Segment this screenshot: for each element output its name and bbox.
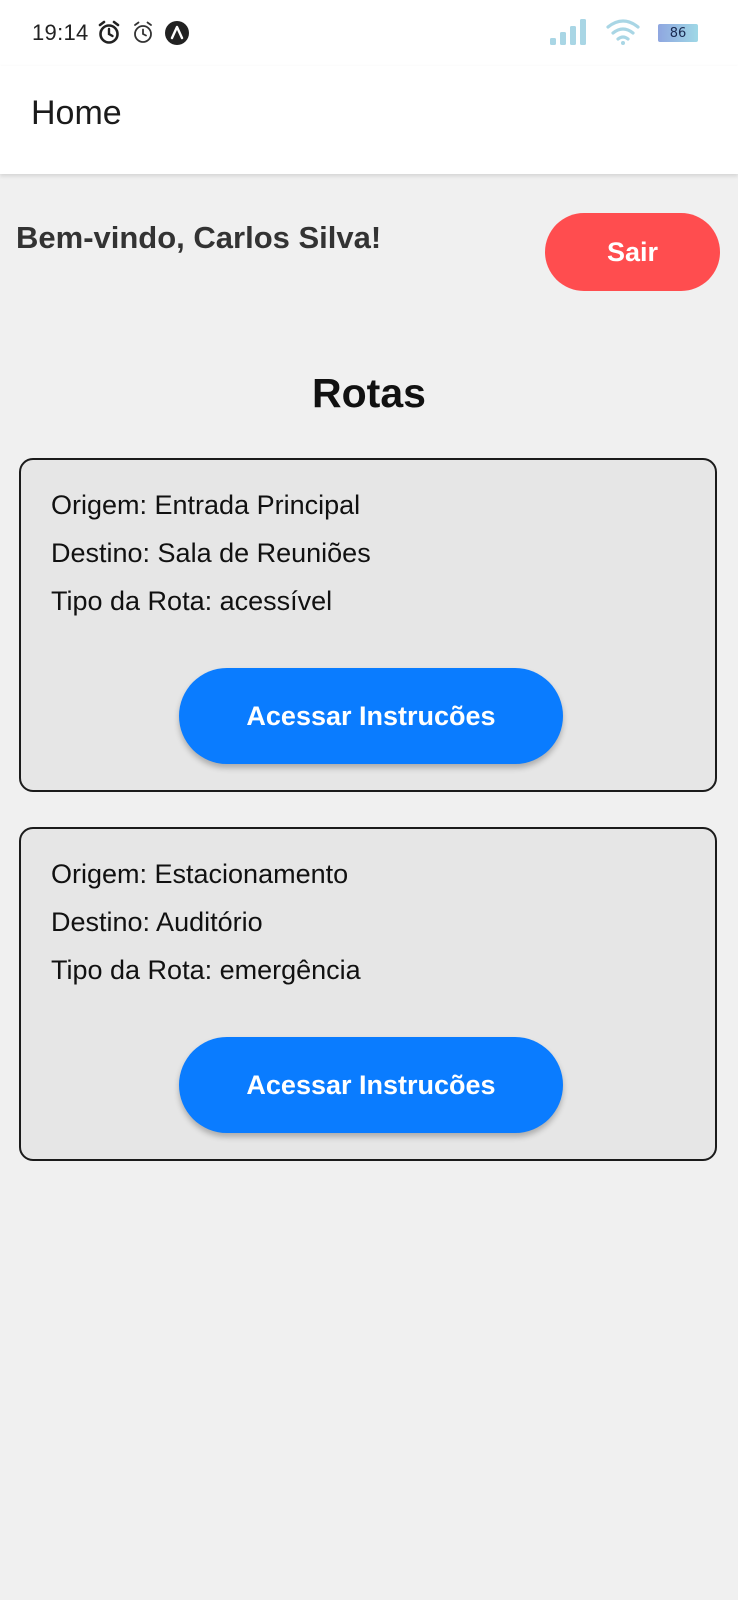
- signal-icon: [550, 19, 586, 45]
- access-instructions-button[interactable]: Acessar Instrucões: [179, 1037, 563, 1133]
- wifi-icon: [606, 19, 640, 45]
- route-type: Tipo da Rota: acessível: [51, 586, 333, 616]
- alarm-icon: [98, 20, 120, 44]
- access-instructions-button[interactable]: Acessar Instrucões: [179, 668, 563, 764]
- route-origin: Origem: Entrada Principal: [51, 490, 361, 520]
- battery-icon: 86: [658, 24, 698, 42]
- status-time: 19:14: [32, 20, 89, 45]
- route-card: Origem: Estacionamento Destino: Auditóri…: [19, 827, 717, 1161]
- routes-title: Rotas: [312, 370, 426, 416]
- route-destination: Destino: Auditório: [51, 907, 263, 937]
- alarm-clock-icon: [134, 21, 152, 43]
- route-destination: Destino: Sala de Reuniões: [51, 538, 371, 568]
- app-notification-icon: [165, 21, 189, 45]
- battery-level: 86: [669, 25, 687, 41]
- app-header: Home: [0, 66, 738, 174]
- route-type: Tipo da Rota: emergência: [51, 955, 361, 985]
- logout-button[interactable]: Sair: [545, 213, 720, 291]
- route-card: Origem: Entrada Principal Destino: Sala …: [19, 458, 717, 792]
- route-origin: Origem: Estacionamento: [51, 859, 349, 889]
- welcome-message: Bem-vindo, Carlos Silva!: [16, 220, 382, 255]
- page-title: Home: [31, 94, 122, 132]
- status-bar: 19:14 86: [0, 0, 738, 66]
